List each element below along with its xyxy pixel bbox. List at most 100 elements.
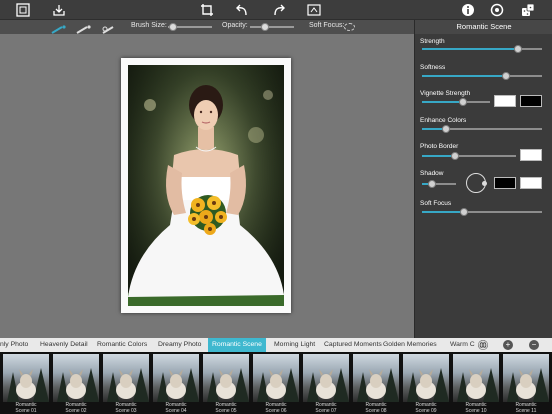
photo-border-label: Photo Border (420, 143, 459, 150)
slider-thumb[interactable] (502, 71, 510, 80)
preset-thumbnail[interactable]: Romantic Scene 09 (403, 354, 449, 414)
strength-label: Strength (420, 38, 445, 45)
preset-thumbnail-label: Romantic Scene 08 (353, 402, 399, 414)
preset-thumbnail[interactable]: Romantic Scene 11 (503, 354, 549, 414)
preset-thumbnail[interactable]: Romantic Scene 07 (303, 354, 349, 414)
preset-thumbnail[interactable]: Romantic Scene 02 (53, 354, 99, 414)
brush-size-slider[interactable] (168, 23, 212, 31)
shadow-light-swatch[interactable] (520, 177, 542, 189)
slider-track-remaining (446, 128, 542, 130)
preset-thumbnail[interactable]: Romantic Scene 06 (253, 354, 299, 414)
vignette-strength-slider[interactable] (422, 97, 490, 106)
enhance-colors-slider[interactable] (422, 124, 542, 133)
panel-title: Romantic Scene (415, 20, 552, 34)
softness-slider[interactable] (422, 71, 542, 80)
opacity-thumb[interactable] (261, 23, 270, 31)
vignette-dark-swatch[interactable] (520, 95, 542, 107)
preset-thumbnail-label: Romantic Scene 02 (53, 402, 99, 414)
preset-thumbnail-image (303, 354, 349, 402)
tab-heavenly-detail[interactable]: Heavenly Detail (40, 338, 88, 352)
shadow-direction-dial[interactable] (466, 173, 487, 193)
redo-icon[interactable] (271, 2, 287, 18)
compare-icon[interactable] (306, 2, 322, 18)
preset-thumbnail-label: Romantic Scene 10 (453, 402, 499, 414)
shadow-slider[interactable] (422, 179, 456, 188)
effect-settings-panel: Romantic Scene Strength Softness Vignett… (414, 20, 552, 338)
soft-focus-slider[interactable] (422, 207, 542, 216)
photo-canvas[interactable] (0, 34, 414, 338)
photo-border-slider[interactable] (422, 151, 516, 160)
preset-thumbnail-label: Romantic Scene 03 (103, 402, 149, 414)
tab-only-photo[interactable]: nly Photo (0, 338, 28, 352)
brush-paint-icon[interactable] (50, 22, 68, 34)
random-dice-icon[interactable] (520, 2, 536, 18)
add-effect-button[interactable]: + (503, 340, 513, 350)
tab-golden-memories[interactable]: Golden Memories (383, 338, 437, 352)
soft-focus-toggle[interactable] (344, 23, 355, 31)
preset-thumbnail-image (3, 354, 49, 402)
strength-slider[interactable] (422, 44, 542, 53)
tab-warm[interactable]: Warm C (450, 338, 475, 352)
preset-thumbnail[interactable]: Romantic Scene 03 (103, 354, 149, 414)
tab-captured-moments[interactable]: Captured Moments (324, 338, 382, 352)
slider-thumb[interactable] (450, 151, 459, 160)
preset-thumbnail[interactable]: Romantic Scene 01 (3, 354, 49, 414)
preset-thumbnail-label: Romantic Scene 07 (303, 402, 349, 414)
shadow-direction-handle[interactable] (482, 181, 487, 186)
preset-thumbnail[interactable]: Romantic Scene 05 (203, 354, 249, 414)
shadow-dark-swatch[interactable] (494, 177, 516, 189)
tab-morning-light[interactable]: Morning Light (274, 338, 315, 352)
preset-label-line2: Scene 09 (415, 407, 437, 414)
preset-label-line2: Scene 04 (165, 407, 187, 414)
soft-focus-setting-label: Soft Focus (420, 200, 452, 207)
brush-toolbar: Brush Size: Opacity: Soft Focus: (0, 20, 414, 34)
shadow-label: Shadow (420, 170, 444, 177)
preset-thumbnail-image (53, 354, 99, 402)
opacity-slider[interactable] (250, 23, 294, 31)
undo-icon[interactable] (234, 2, 250, 18)
preset-thumbnail-strip[interactable]: Romantic Scene 01 Romantic Scene 02 Romantic… (0, 352, 552, 414)
preset-label-line2: Scene 02 (65, 407, 87, 414)
preset-label-line2: Scene 07 (315, 407, 337, 414)
preset-thumbnail-image (253, 354, 299, 402)
vignette-strength-label: Vignette Strength (420, 90, 471, 97)
brush-reset-icon[interactable] (101, 22, 119, 34)
preset-label-line2: Scene 06 (265, 407, 287, 414)
effect-tabs: nly Photo Heavenly Detail Romantic Color… (0, 338, 552, 352)
remove-effect-button[interactable]: − (529, 340, 539, 350)
tab-romantic-colors[interactable]: Romantic Colors (97, 338, 147, 352)
preset-thumbnail[interactable]: Romantic Scene 10 (453, 354, 499, 414)
open-tray-icon[interactable] (51, 2, 67, 18)
brush-erase-icon[interactable] (75, 22, 93, 34)
preset-thumbnail[interactable]: Romantic Scene 08 (353, 354, 399, 414)
preset-thumbnail-image (353, 354, 399, 402)
preset-thumbnail-label: Romantic Scene 11 (503, 402, 549, 414)
preset-thumbnail-label: Romantic Scene 05 (203, 402, 249, 414)
edited-photo (128, 65, 284, 306)
crop-icon[interactable] (199, 2, 215, 18)
globe-icon[interactable] (478, 340, 488, 350)
preset-label-line2: Scene 03 (115, 407, 137, 414)
preset-thumbnail-image (403, 354, 449, 402)
preset-thumbnail-image (503, 354, 549, 402)
slider-thumb[interactable] (442, 124, 450, 133)
vignette-light-swatch[interactable] (494, 95, 516, 107)
settings-icon[interactable] (489, 2, 505, 18)
slider-thumb[interactable] (458, 97, 467, 106)
frame-icon[interactable] (15, 2, 31, 18)
brush-size-thumb[interactable] (169, 23, 178, 31)
opacity-label: Opacity: (222, 22, 248, 29)
enhance-colors-label: Enhance Colors (420, 117, 467, 124)
slider-thumb[interactable] (460, 207, 468, 216)
preset-thumbnail[interactable]: Romantic Scene 04 (153, 354, 199, 414)
slider-thumb[interactable] (428, 179, 437, 188)
border-color-swatch[interactable] (520, 149, 542, 161)
tab-romantic-scene[interactable]: Romantic Scene (208, 338, 266, 352)
preset-thumbnail-label: Romantic Scene 04 (153, 402, 199, 414)
tab-dreamy-photo[interactable]: Dreamy Photo (158, 338, 201, 352)
preset-thumbnail-label: Romantic Scene 06 (253, 402, 299, 414)
info-icon[interactable] (460, 2, 476, 18)
preset-label-line2: Scene 11 (515, 407, 537, 414)
preset-thumbnail-image (103, 354, 149, 402)
slider-thumb[interactable] (514, 44, 522, 53)
